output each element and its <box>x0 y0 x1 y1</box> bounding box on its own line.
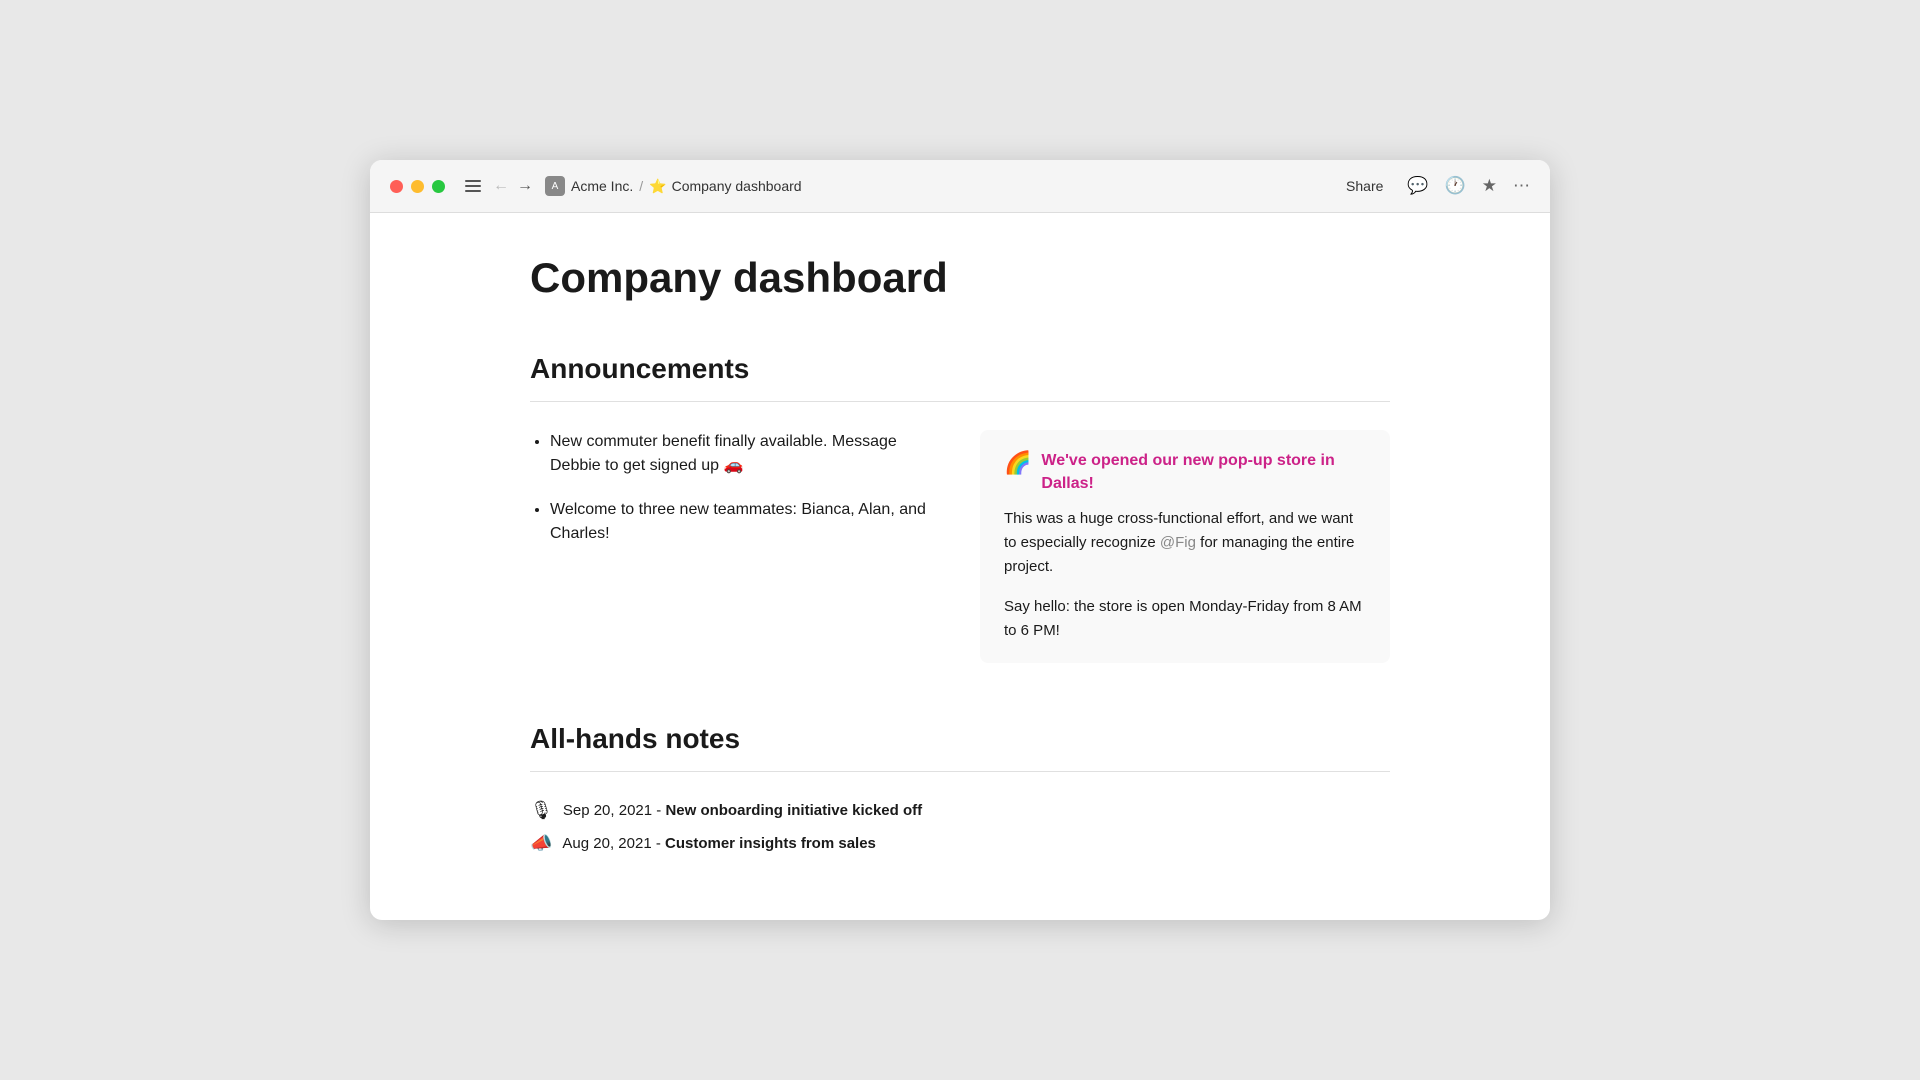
title-bar-actions: Share 💬 🕐 ★ ⋯ <box>1338 174 1530 198</box>
card-title: We've opened our new pop-up store in Dal… <box>1041 450 1366 495</box>
megaphone-icon: 📣 <box>530 833 552 854</box>
announcements-grid: New commuter benefit finally available. … <box>530 430 1390 663</box>
page-breadcrumb-label: Company dashboard <box>672 178 802 194</box>
card-mention: @Fig <box>1160 534 1196 551</box>
workspace-icon: A <box>545 176 565 196</box>
back-arrow-icon[interactable]: ← <box>493 177 509 195</box>
announcements-bullet-list: New commuter benefit finally available. … <box>530 430 940 663</box>
card-body-text-2: Say hello: the store is open Monday-Frid… <box>1004 595 1366 643</box>
bullet-item-2: Welcome to three new teammates: Bianca, … <box>550 498 940 546</box>
breadcrumb-separator: / <box>639 178 643 194</box>
bullet-text-1: New commuter benefit finally available. … <box>550 433 897 474</box>
announcements-heading: Announcements <box>530 353 1390 385</box>
note-item-1: 🎙 Sep 20, 2021 - New onboarding initiati… <box>530 800 1390 821</box>
note-text-1: Sep 20, 2021 - New onboarding initiative… <box>563 802 922 819</box>
breadcrumb-page[interactable]: ⭐ Company dashboard <box>649 178 801 195</box>
browser-window: ← → A Acme Inc. / ⭐ Company dashboard Sh… <box>370 160 1550 920</box>
close-button[interactable] <box>390 180 403 193</box>
history-icon[interactable]: 🕐 <box>1445 176 1466 196</box>
all-hands-section: All-hands notes 🎙 Sep 20, 2021 - New onb… <box>530 723 1390 854</box>
bookmark-icon[interactable]: ★ <box>1482 176 1497 196</box>
microphone-icon: 🎙 <box>530 800 553 821</box>
all-hands-divider <box>530 771 1390 772</box>
bullet-text-2: Welcome to three new teammates: Bianca, … <box>550 501 926 542</box>
card-body: This was a huge cross-functional effort,… <box>1004 507 1366 643</box>
star-icon: ⭐ <box>649 178 666 195</box>
more-options-icon[interactable]: ⋯ <box>1513 176 1530 196</box>
bullet-item-1: New commuter benefit finally available. … <box>550 430 940 478</box>
announcement-card: 🌈 We've opened our new pop-up store in D… <box>980 430 1390 663</box>
breadcrumb-workspace[interactable]: A Acme Inc. <box>545 176 633 196</box>
comment-icon[interactable]: 💬 <box>1407 176 1428 196</box>
menu-icon[interactable] <box>465 180 481 192</box>
announcements-divider <box>530 401 1390 402</box>
forward-arrow-icon[interactable]: → <box>517 177 533 195</box>
page-title: Company dashboard <box>530 253 1390 303</box>
announcements-section: Announcements New commuter benefit final… <box>530 353 1390 663</box>
maximize-button[interactable] <box>432 180 445 193</box>
note-item-2: 📣 Aug 20, 2021 - Customer insights from … <box>530 833 1390 854</box>
breadcrumb: A Acme Inc. / ⭐ Company dashboard <box>545 176 802 196</box>
card-header: 🌈 We've opened our new pop-up store in D… <box>1004 450 1366 495</box>
notes-list: 🎙 Sep 20, 2021 - New onboarding initiati… <box>530 800 1390 854</box>
nav-arrows: ← → <box>493 177 533 195</box>
traffic-lights <box>390 180 445 193</box>
share-button[interactable]: Share <box>1338 174 1391 198</box>
minimize-button[interactable] <box>411 180 424 193</box>
page-content: Company dashboard Announcements New comm… <box>370 213 1550 920</box>
card-rainbow-icon: 🌈 <box>1004 452 1031 474</box>
note-text-2: Aug 20, 2021 - Customer insights from sa… <box>562 835 875 852</box>
all-hands-heading: All-hands notes <box>530 723 1390 755</box>
title-bar: ← → A Acme Inc. / ⭐ Company dashboard Sh… <box>370 160 1550 213</box>
workspace-label: Acme Inc. <box>571 178 633 194</box>
